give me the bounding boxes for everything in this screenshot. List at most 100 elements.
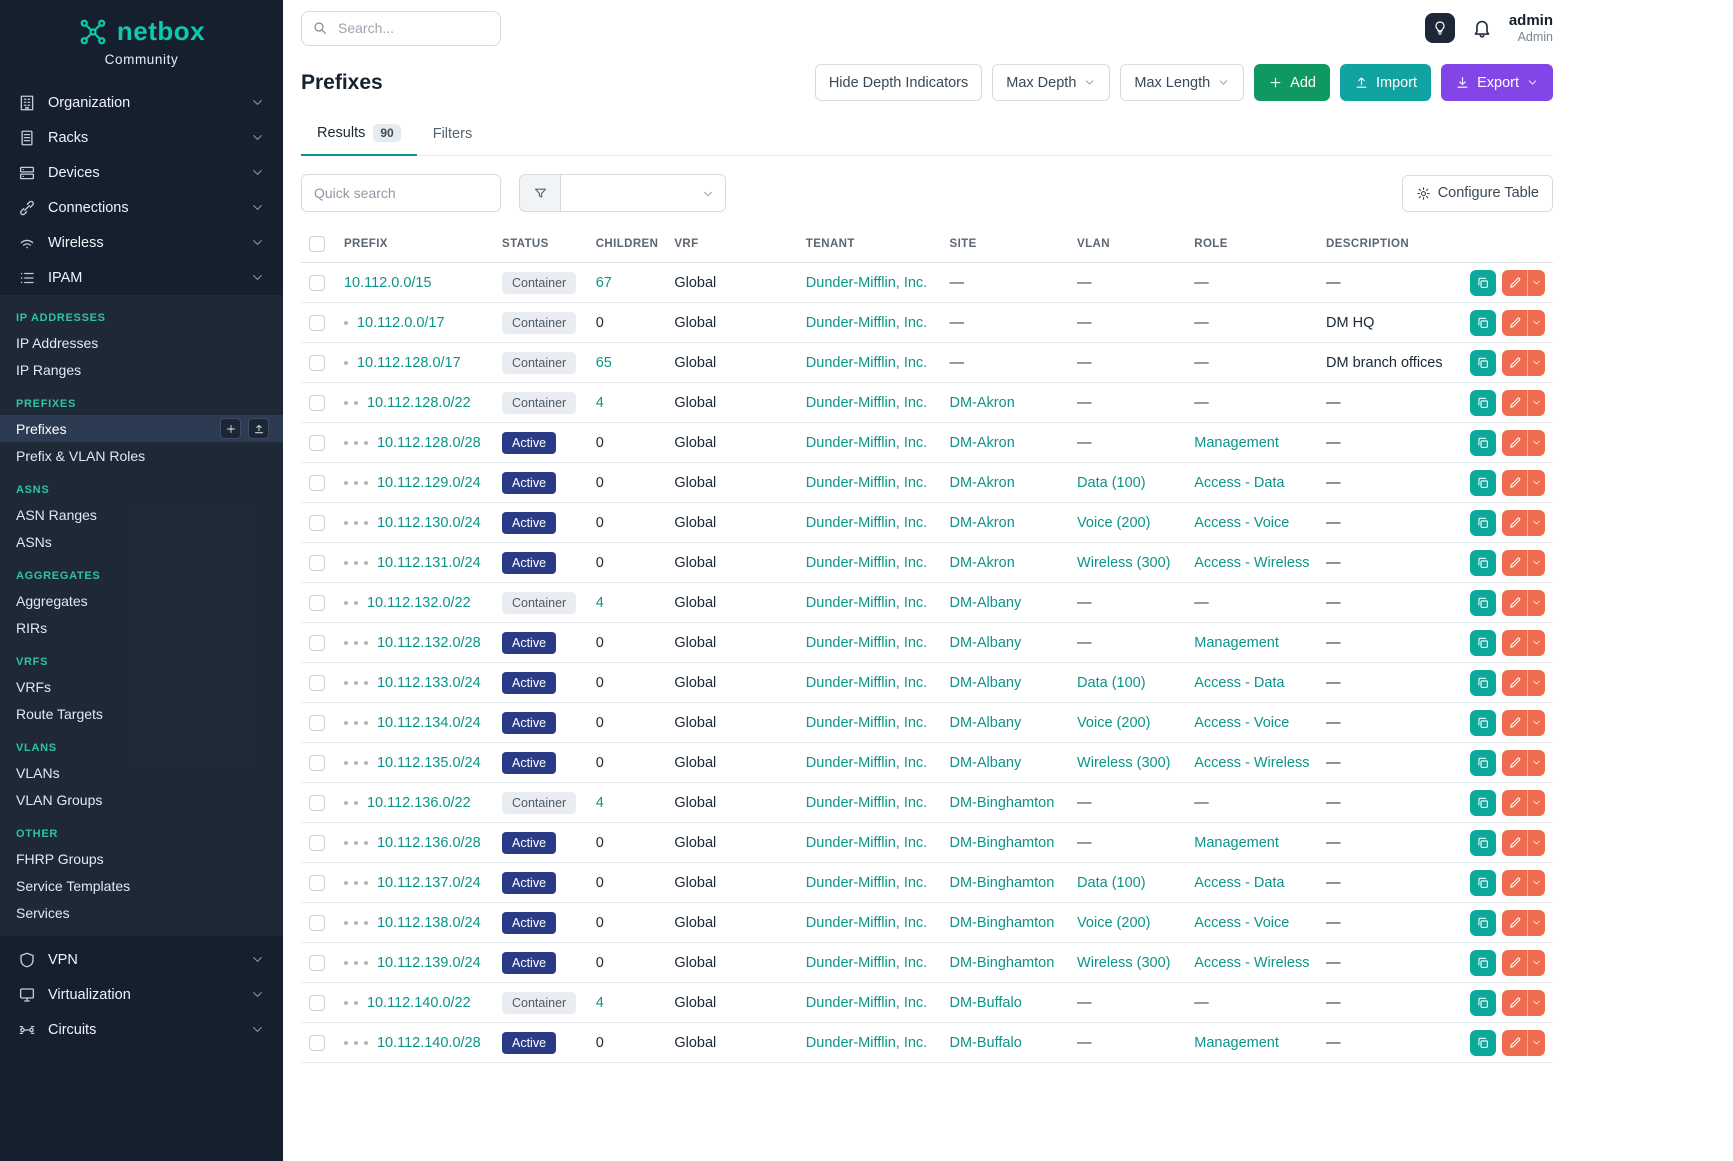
site-link[interactable]: DM-Binghamton [950, 795, 1055, 811]
prefix-link[interactable]: 10.112.139.0/24 [377, 955, 481, 971]
edit-dropdown-button[interactable] [1528, 1030, 1545, 1056]
role-link[interactable]: Access - Data [1194, 475, 1284, 491]
edit-dropdown-button[interactable] [1528, 510, 1545, 536]
sidebar-item-asns[interactable]: ASNs [0, 528, 283, 555]
row-checkbox[interactable] [309, 835, 325, 851]
tab-results[interactable]: Results 90 [301, 113, 417, 156]
edit-dropdown-button[interactable] [1528, 590, 1545, 616]
tenant-link[interactable]: Dunder-Mifflin, Inc. [806, 755, 927, 771]
role-link[interactable]: Access - Data [1194, 675, 1284, 691]
sidebar-item-route-targets[interactable]: Route Targets [0, 700, 283, 727]
edit-button[interactable] [1502, 630, 1528, 656]
max-depth-dropdown[interactable]: Max Depth [992, 64, 1110, 101]
edit-button[interactable] [1502, 910, 1528, 936]
sidebar-item-organization[interactable]: Organization [0, 85, 283, 120]
prefix-link[interactable]: 10.112.138.0/24 [377, 915, 481, 931]
site-link[interactable]: DM-Akron [950, 555, 1015, 571]
edit-dropdown-button[interactable] [1528, 470, 1545, 496]
vlan-link[interactable]: Data (100) [1077, 675, 1146, 691]
clone-button[interactable] [1470, 430, 1496, 456]
row-checkbox[interactable] [309, 915, 325, 931]
export-dropdown-button[interactable]: Export [1441, 64, 1553, 101]
edit-button[interactable] [1502, 590, 1528, 616]
row-checkbox[interactable] [309, 635, 325, 651]
prefix-link[interactable]: 10.112.132.0/22 [367, 595, 471, 611]
children-count[interactable]: 4 [596, 995, 604, 1011]
sidebar-item-vrfs[interactable]: VRFs [0, 673, 283, 700]
prefix-link[interactable]: 10.112.135.0/24 [377, 755, 481, 771]
edit-button[interactable] [1502, 470, 1528, 496]
clone-button[interactable] [1470, 990, 1496, 1016]
prefix-link[interactable]: 10.112.140.0/28 [377, 1035, 481, 1051]
edit-dropdown-button[interactable] [1528, 630, 1545, 656]
column-header-role[interactable]: ROLE [1186, 226, 1318, 263]
global-search-input[interactable] [301, 11, 501, 46]
edit-button[interactable] [1502, 990, 1528, 1016]
clone-button[interactable] [1470, 390, 1496, 416]
row-checkbox[interactable] [309, 355, 325, 371]
row-checkbox[interactable] [309, 435, 325, 451]
sidebar-item-ip-ranges[interactable]: IP Ranges [0, 356, 283, 383]
sidebar-item-virtualization[interactable]: Virtualization [0, 977, 283, 1012]
role-link[interactable]: Access - Wireless [1194, 955, 1309, 971]
edit-dropdown-button[interactable] [1528, 950, 1545, 976]
edit-button[interactable] [1502, 870, 1528, 896]
clone-button[interactable] [1470, 910, 1496, 936]
children-count[interactable]: 4 [596, 795, 604, 811]
hide-depth-indicators-button[interactable]: Hide Depth Indicators [815, 64, 982, 101]
clone-button[interactable] [1470, 1030, 1496, 1056]
site-link[interactable]: DM-Binghamton [950, 915, 1055, 931]
site-link[interactable]: DM-Albany [950, 635, 1022, 651]
sidebar-item-prefix-vlan-roles[interactable]: Prefix & VLAN Roles [0, 442, 283, 469]
tenant-link[interactable]: Dunder-Mifflin, Inc. [806, 915, 927, 931]
column-header-site[interactable]: SITE [942, 226, 1070, 263]
edit-dropdown-button[interactable] [1528, 670, 1545, 696]
edit-button[interactable] [1502, 350, 1528, 376]
prefix-link[interactable]: 10.112.132.0/28 [377, 635, 481, 651]
vlan-link[interactable]: Wireless (300) [1077, 555, 1170, 571]
column-header-status[interactable]: STATUS [494, 226, 588, 263]
edit-dropdown-button[interactable] [1528, 550, 1545, 576]
tenant-link[interactable]: Dunder-Mifflin, Inc. [806, 435, 927, 451]
clone-button[interactable] [1470, 950, 1496, 976]
row-checkbox[interactable] [309, 315, 325, 331]
sidebar-item-prefixes[interactable]: Prefixes [0, 415, 283, 442]
sidebar-item-rirs[interactable]: RIRs [0, 614, 283, 641]
site-link[interactable]: DM-Binghamton [950, 835, 1055, 851]
tenant-link[interactable]: Dunder-Mifflin, Inc. [806, 635, 927, 651]
edit-button[interactable] [1502, 830, 1528, 856]
edit-button[interactable] [1502, 790, 1528, 816]
role-link[interactable]: Management [1194, 435, 1279, 451]
import-button[interactable]: Import [1340, 64, 1431, 101]
tab-filters[interactable]: Filters [417, 113, 488, 155]
edit-dropdown-button[interactable] [1528, 710, 1545, 736]
edit-dropdown-button[interactable] [1528, 870, 1545, 896]
edit-dropdown-button[interactable] [1528, 750, 1545, 776]
role-link[interactable]: Access - Voice [1194, 515, 1289, 531]
edit-button[interactable] [1502, 670, 1528, 696]
prefix-link[interactable]: 10.112.137.0/24 [377, 875, 481, 891]
clone-button[interactable] [1470, 270, 1496, 296]
row-checkbox[interactable] [309, 795, 325, 811]
edit-dropdown-button[interactable] [1528, 790, 1545, 816]
edit-dropdown-button[interactable] [1528, 830, 1545, 856]
sidebar-item-connections[interactable]: Connections [0, 190, 283, 225]
sidebar-item-aggregates[interactable]: Aggregates [0, 587, 283, 614]
prefix-import-button[interactable] [248, 418, 269, 439]
sidebar-item-asn-ranges[interactable]: ASN Ranges [0, 501, 283, 528]
notifications-bell-icon[interactable] [1471, 17, 1493, 39]
quick-search-input[interactable] [301, 174, 501, 212]
sidebar-item-ipam[interactable]: IPAM [0, 260, 283, 295]
theme-toggle-button[interactable] [1425, 13, 1455, 43]
clone-button[interactable] [1470, 790, 1496, 816]
prefix-link[interactable]: 10.112.0.0/17 [357, 315, 445, 331]
edit-dropdown-button[interactable] [1528, 310, 1545, 336]
site-link[interactable]: DM-Buffalo [950, 995, 1022, 1011]
prefix-link[interactable]: 10.112.140.0/22 [367, 995, 471, 1011]
configure-table-button[interactable]: Configure Table [1402, 175, 1553, 212]
sidebar-item-vlan-groups[interactable]: VLAN Groups [0, 786, 283, 813]
sidebar-item-vpn[interactable]: VPN [0, 942, 283, 977]
site-link[interactable]: DM-Binghamton [950, 875, 1055, 891]
clone-button[interactable] [1470, 470, 1496, 496]
row-checkbox[interactable] [309, 275, 325, 291]
